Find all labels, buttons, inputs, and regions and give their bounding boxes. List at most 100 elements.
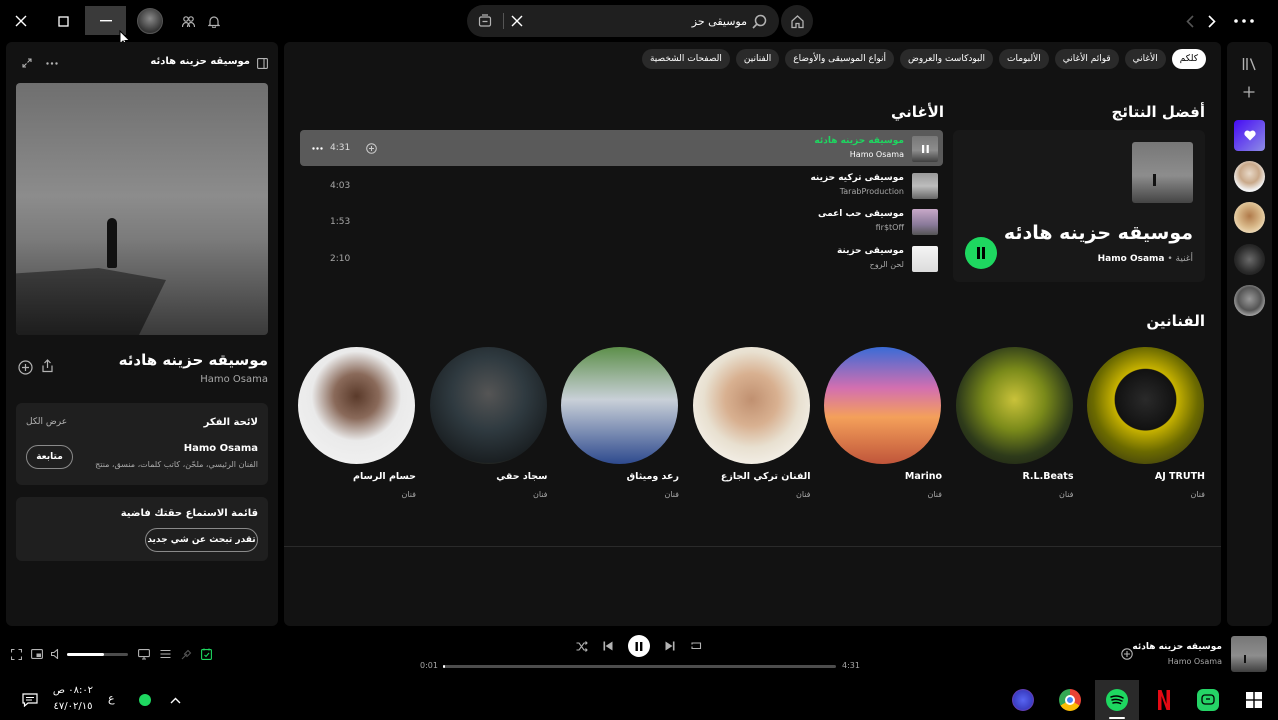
artist-card[interactable]: حسام الرسام فنان — [298, 347, 416, 507]
more-icon — [311, 146, 323, 150]
player-track-artist[interactable]: Hamo Osama — [1168, 657, 1222, 666]
notifications-button[interactable] — [204, 10, 224, 32]
notification-center-button[interactable] — [20, 690, 40, 710]
repeat-button[interactable] — [688, 638, 704, 654]
more-options-button[interactable] — [42, 54, 62, 72]
share-button[interactable] — [38, 357, 56, 375]
play-pause-button[interactable] — [628, 635, 650, 657]
about-artist-name[interactable]: Hamo Osama — [184, 443, 258, 454]
find-something-button[interactable]: تقدر تبحث عن شي جديد — [145, 528, 258, 552]
artist-card[interactable]: AJ TRUTH فنان — [1087, 347, 1205, 507]
artist-avatar — [1087, 347, 1204, 464]
show-all-link[interactable]: عرض الكل — [26, 417, 67, 427]
song-row[interactable]: موسيقى حزينة لحن الروح 2:10 — [300, 240, 943, 276]
browse-button[interactable] — [475, 11, 495, 31]
volume-track[interactable] — [67, 653, 128, 656]
meta-separator: • — [1164, 254, 1173, 264]
taskbar-app-discord[interactable] — [1012, 689, 1034, 711]
user-avatar[interactable] — [137, 8, 163, 34]
follow-button[interactable]: متابعة — [26, 445, 73, 469]
top-result-artist[interactable]: Hamo Osama — [1098, 254, 1165, 264]
close-window-button[interactable] — [10, 10, 32, 32]
fullscreen-button[interactable] — [8, 646, 24, 662]
song-row[interactable]: موسيقى تركيه حزينه TarabProduction 4:03 — [300, 167, 943, 203]
artist-avatar — [824, 347, 941, 464]
song-artist[interactable]: لحن الروح — [870, 260, 904, 269]
filter-chip[interactable]: كلكم — [1171, 49, 1206, 69]
search-bar[interactable] — [467, 5, 779, 37]
lyrics-button[interactable] — [178, 646, 194, 662]
start-button[interactable] — [1246, 692, 1262, 708]
hide-panel-button[interactable] — [254, 54, 270, 72]
top-bar — [0, 0, 1278, 48]
tray-status-icon[interactable] — [139, 694, 151, 706]
mute-button[interactable] — [48, 646, 64, 662]
show-hidden-icons-button[interactable] — [166, 691, 184, 709]
filter-chip[interactable]: قوائم الأغاني — [1054, 49, 1119, 69]
filter-chip[interactable]: الصفحات الشخصية — [641, 49, 730, 69]
your-library-button[interactable] — [1239, 54, 1259, 74]
track-artist[interactable]: Hamo Osama — [200, 374, 268, 385]
song-row[interactable]: موسيقه حزينه هادئه Hamo Osama 4:31 — [300, 130, 943, 166]
song-row[interactable]: موسيقى حب اعمى fir$tOff 1:53 — [300, 203, 943, 239]
filter-chip[interactable]: الألبومات — [998, 49, 1049, 69]
artist-card[interactable]: R.L.Beats فنان — [955, 347, 1074, 507]
song-title: موسيقى حزينة — [836, 245, 904, 256]
taskbar-app-whatsapp[interactable] — [1197, 689, 1219, 711]
filter-chip[interactable]: البودكاست والعروض — [899, 49, 993, 69]
friends-activity-button[interactable] — [178, 10, 198, 32]
keyboard-language[interactable]: ع — [108, 692, 115, 705]
progress-track[interactable] — [443, 665, 836, 668]
artist-card[interactable]: رعد وميثاق فنان — [561, 347, 679, 507]
track-title[interactable]: موسيقه حزينه هادئه — [119, 351, 268, 369]
library-artist-avatar-3[interactable] — [1234, 244, 1265, 275]
artist-card[interactable]: Marino فنان — [824, 347, 942, 507]
expand-button[interactable] — [18, 54, 36, 72]
artist-card[interactable]: سجاد حقي فنان — [429, 347, 548, 507]
song-artist[interactable]: fir$tOff — [876, 223, 904, 232]
create-playlist-button[interactable] — [1239, 82, 1259, 102]
clear-search-button[interactable] — [507, 11, 527, 31]
song-artist[interactable]: Hamo Osama — [850, 150, 904, 159]
maximize-window-button[interactable] — [52, 10, 74, 32]
previous-button[interactable] — [600, 638, 616, 654]
search-input[interactable] — [533, 11, 747, 31]
taskbar-date[interactable]: ٤٧/٠٢/١٥ — [52, 701, 94, 712]
library-artist-avatar-1[interactable] — [1234, 161, 1265, 192]
library-artist-avatar-2[interactable] — [1234, 202, 1265, 233]
now-playing-view-button[interactable] — [198, 646, 214, 662]
song-artist[interactable]: TarabProduction — [840, 187, 904, 196]
mini-player-button[interactable] — [29, 646, 45, 662]
app-menu-button[interactable] — [1232, 11, 1256, 31]
filter-chip[interactable]: الفنانين — [735, 49, 780, 69]
player-cover[interactable] — [1231, 636, 1267, 672]
artist-type: فنان — [795, 490, 811, 499]
filter-chip[interactable]: الأغاني — [1124, 49, 1166, 69]
player-track-title[interactable]: موسيقه حزينه هادئه — [1132, 642, 1222, 652]
shuffle-button[interactable] — [574, 638, 590, 654]
song-duration: 4:03 — [330, 180, 351, 191]
taskbar-app-chrome[interactable] — [1059, 689, 1081, 711]
song-add-button[interactable] — [364, 141, 378, 155]
taskbar-app-netflix[interactable] — [1153, 689, 1175, 711]
song-more-button[interactable] — [308, 142, 326, 154]
player-add-button[interactable] — [1119, 646, 1135, 662]
chevron-right-icon — [1208, 14, 1216, 28]
search-icon — [749, 11, 769, 31]
top-result-card[interactable]: موسيقه حزينه هادئه أغنية • Hamo Osama — [953, 130, 1205, 282]
next-button[interactable] — [662, 638, 678, 654]
library-artist-avatar-4[interactable] — [1234, 285, 1265, 316]
top-result-pause-button[interactable] — [965, 237, 997, 269]
about-header: لائحة الفكر — [203, 417, 258, 428]
artist-card[interactable]: الفنان تركي الجازع فنان — [692, 347, 811, 507]
connect-device-button[interactable] — [136, 646, 152, 662]
forward-button[interactable] — [1203, 11, 1221, 31]
liked-songs-item[interactable] — [1234, 120, 1265, 151]
filter-chip[interactable]: أنواع الموسيقى والأوضاع — [785, 49, 894, 69]
taskbar-app-spotify[interactable] — [1095, 680, 1139, 720]
back-button[interactable] — [1181, 11, 1199, 31]
queue-button[interactable] — [157, 646, 173, 662]
add-to-library-button[interactable] — [16, 358, 34, 376]
taskbar-time[interactable]: ٠٨:٠٢ ص — [52, 685, 94, 696]
home-button[interactable] — [781, 5, 813, 37]
